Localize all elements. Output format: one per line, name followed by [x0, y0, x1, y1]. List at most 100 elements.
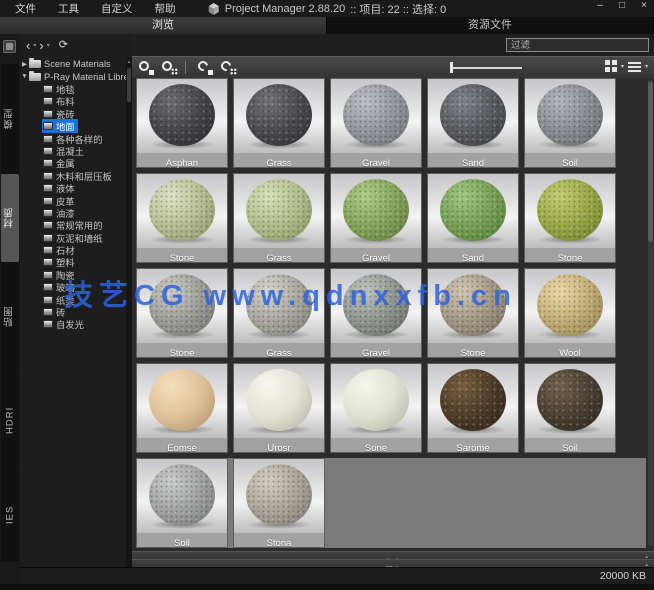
material-item[interactable]: Stone [427, 268, 519, 358]
tree-scroll-thumb[interactable] [127, 68, 131, 102]
expand-icon[interactable]: ▶ [20, 60, 29, 68]
main-tabs: 浏览资源文件 [0, 17, 654, 34]
sidebar-tab-models[interactable]: 模型 [1, 64, 19, 174]
material-sphere [343, 179, 409, 241]
material-item[interactable]: Gravel [330, 173, 422, 263]
tree-item[interactable]: 油漆 [20, 207, 126, 219]
back-button[interactable]: ‹ [26, 39, 30, 52]
status-bar: 20000 KB [20, 567, 654, 584]
material-item[interactable]: Sarome [427, 363, 519, 453]
list-view-dropdown-icon[interactable]: ▾ [645, 63, 648, 70]
tree-item[interactable]: 塑料 [20, 256, 126, 268]
material-item[interactable]: Stone [136, 268, 228, 358]
maximize-button[interactable]: □ [616, 0, 628, 11]
material-item[interactable]: Wool [524, 268, 616, 358]
tree-item[interactable]: 瓷砖 [20, 108, 126, 120]
tree-item[interactable]: 石材 [20, 244, 126, 256]
tab-browse[interactable]: 浏览 [0, 17, 327, 34]
material-item[interactable]: Sone [330, 363, 422, 453]
forward-button[interactable]: › [39, 39, 43, 52]
content-panel: ▾ ▾ AsphanGrassGravelSandSoilStoneGrassG… [132, 34, 654, 567]
library-panel-icon[interactable] [3, 40, 16, 53]
material-item[interactable]: Gravel [330, 268, 422, 358]
tree-item[interactable]: 地毯 [20, 83, 126, 95]
view-buttons: ▾ ▾ [605, 60, 648, 72]
material-item[interactable]: Asphan [136, 78, 228, 168]
tree-item[interactable]: 皮革 [20, 194, 126, 206]
material-item[interactable]: Stona [233, 458, 325, 548]
sidebar-tab-ies[interactable]: IES [1, 468, 19, 562]
tree-item[interactable]: 布料 [20, 95, 126, 107]
material-row: AsphanGrassGravelSandSoil [136, 78, 654, 168]
material-label: Wool [559, 348, 580, 359]
material-item[interactable]: Gravel [330, 78, 422, 168]
preview-rollout[interactable]: 预览 ▴ [132, 559, 654, 567]
menu-item-2[interactable]: 自定义 [92, 0, 142, 17]
update-previews-icon[interactable] [220, 60, 237, 75]
material-label: Grass [266, 348, 291, 359]
material-item[interactable]: Eomse [136, 363, 228, 453]
material-label: Urosr [267, 443, 290, 454]
material-category-icon [43, 308, 53, 316]
grid-view-dropdown-icon[interactable]: ▾ [621, 63, 624, 70]
material-label-bar: Sarome [428, 438, 518, 452]
render-previews-icon[interactable] [197, 60, 214, 75]
tree-item[interactable]: 自发光 [20, 318, 126, 330]
tree-item[interactable]: 砖 [20, 306, 126, 318]
tree-item[interactable]: 地面 [20, 120, 126, 132]
tree-item[interactable]: 各种各样的 [20, 132, 126, 144]
tree-item[interactable]: 陶瓷 [20, 269, 126, 281]
minimize-button[interactable]: – [594, 0, 606, 11]
tree-item[interactable]: 灰泥和墙纸 [20, 231, 126, 243]
tree-item[interactable]: 木料和层压板 [20, 170, 126, 182]
material-preview [234, 269, 324, 343]
title-meta: :: 项目: 22 :: 选择: 0 [350, 1, 446, 17]
material-item[interactable]: Sand [427, 173, 519, 263]
tree-item[interactable]: 玻璃 [20, 281, 126, 293]
tree-root-1[interactable]: ▼P-Ray Material Libre [20, 70, 126, 82]
material-category-icon [43, 110, 53, 118]
tree-root-0[interactable]: ▶Scene Materials [20, 58, 126, 70]
material-preview [428, 364, 518, 438]
sidebar-tab-maps[interactable]: 贴图 [1, 262, 19, 372]
close-button[interactable]: × [638, 0, 650, 11]
sidebar-tab-materials[interactable]: 材质 [1, 174, 19, 262]
material-item[interactable]: Stone [524, 173, 616, 263]
slider-thumb[interactable] [450, 62, 453, 73]
tree-item[interactable]: 纸类 [20, 293, 126, 305]
thumbnail-size-slider[interactable] [450, 66, 522, 70]
collapse-icon[interactable]: ▼ [20, 73, 29, 80]
material-item[interactable]: Sand [427, 78, 519, 168]
slider-track[interactable] [450, 67, 522, 69]
material-item[interactable]: Urosr [233, 363, 325, 453]
material-label-bar: Gravel [331, 343, 421, 357]
show-maps-icon[interactable] [161, 60, 178, 75]
material-item[interactable]: Soil [136, 458, 228, 548]
material-item[interactable]: Grass [233, 268, 325, 358]
material-row: Stone Grass Gravel Stone Wool [136, 268, 654, 358]
tree-item[interactable]: 金属 [20, 157, 126, 169]
tree-item[interactable]: 液体 [20, 182, 126, 194]
show-materials-icon[interactable] [138, 60, 155, 75]
grid-view-icon[interactable] [605, 60, 617, 72]
list-view-icon[interactable] [628, 61, 641, 72]
info-rollout[interactable]: 信息 ▴ [132, 551, 654, 559]
tree-item[interactable]: 混凝土 [20, 145, 126, 157]
filter-input[interactable] [506, 38, 649, 52]
tab-resources[interactable]: 资源文件 [327, 17, 654, 34]
sidebar-tab-hdri[interactable]: HDRI [1, 372, 19, 468]
material-item[interactable]: Soil [524, 78, 616, 168]
menu-item-3[interactable]: 帮助 [146, 0, 185, 17]
back-history-dropdown-icon[interactable]: ▾ [33, 42, 36, 49]
tree-item[interactable]: 常规常用的 [20, 219, 126, 231]
menu-item-0[interactable]: 文件 [6, 0, 45, 17]
material-sphere [343, 84, 409, 146]
material-item[interactable]: Grass [233, 78, 325, 168]
refresh-button[interactable]: ⟳ [59, 39, 68, 52]
material-item[interactable]: Grass [233, 173, 325, 263]
material-preview [137, 364, 227, 438]
material-item[interactable]: Soil [524, 363, 616, 453]
forward-history-dropdown-icon[interactable]: ▾ [47, 42, 50, 49]
material-item[interactable]: Stone [136, 173, 228, 263]
menu-item-1[interactable]: 工具 [49, 0, 88, 17]
